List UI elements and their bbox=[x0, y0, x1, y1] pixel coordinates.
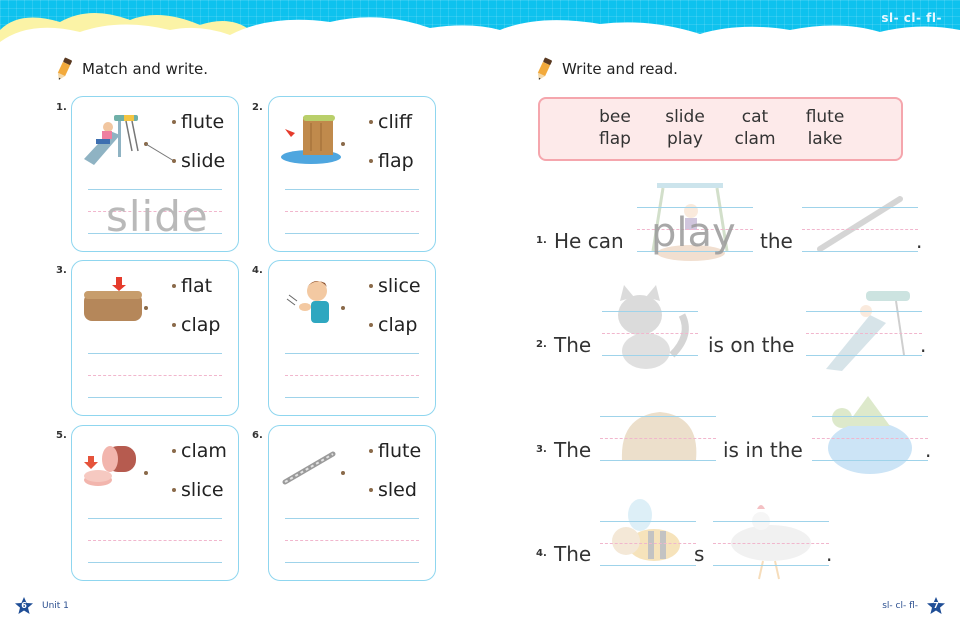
answer-blank[interactable]: play bbox=[637, 183, 753, 261]
writing-lines[interactable] bbox=[285, 353, 419, 399]
match-dot[interactable] bbox=[144, 471, 148, 475]
word-bank-item: cat bbox=[741, 107, 769, 127]
page-number: 7 bbox=[933, 601, 939, 610]
writing-lines[interactable]: slide bbox=[88, 189, 222, 241]
sentence-number: 4. bbox=[536, 548, 547, 559]
writing-lines[interactable] bbox=[285, 189, 419, 235]
sentence-text: is in the bbox=[723, 438, 803, 462]
page-number: 6 bbox=[21, 601, 27, 610]
answer-blank[interactable] bbox=[600, 412, 716, 462]
answer-blank[interactable] bbox=[802, 196, 918, 253]
match-card-2: cliff flap bbox=[268, 96, 436, 252]
trace-word: play bbox=[651, 210, 736, 256]
page-number-badge: 7 bbox=[926, 596, 946, 616]
lake-icon bbox=[828, 396, 912, 474]
slide-icon bbox=[826, 291, 910, 371]
match-card-1: flute slide slide bbox=[71, 96, 239, 252]
right-footer: sl- cl- fl- 7 bbox=[882, 596, 946, 616]
answer-blank[interactable] bbox=[600, 499, 696, 567]
match-dot[interactable] bbox=[341, 471, 345, 475]
word-bank-item: play bbox=[667, 129, 703, 149]
pencil-icon bbox=[537, 57, 552, 80]
match-dot[interactable] bbox=[341, 306, 345, 310]
option-word[interactable]: flute bbox=[172, 111, 224, 133]
left-instruction: Match and write. bbox=[54, 56, 208, 82]
unit-label: Unit 1 bbox=[42, 601, 69, 611]
footer-phonics-tag: sl- cl- fl- bbox=[882, 601, 918, 611]
option-word[interactable]: sled bbox=[369, 479, 417, 501]
exercise-number: 2. bbox=[252, 102, 263, 113]
flap-icon bbox=[731, 505, 811, 580]
word-bank-item: slide bbox=[665, 107, 705, 127]
sentence-number: 1. bbox=[536, 235, 547, 246]
word-bank-item: flap bbox=[599, 129, 631, 149]
sentence-text: He can bbox=[554, 229, 624, 253]
right-instruction-text: Write and read. bbox=[562, 60, 678, 78]
right-instruction: Write and read. bbox=[534, 56, 678, 82]
match-card-4: slice clap bbox=[268, 260, 436, 416]
word-bank-item: flute bbox=[805, 107, 845, 127]
option-word[interactable]: flute bbox=[369, 440, 421, 462]
left-footer: 6 Unit 1 bbox=[14, 596, 69, 616]
answer-blank[interactable] bbox=[806, 291, 922, 371]
trace-word: slide bbox=[106, 192, 209, 241]
writing-lines[interactable] bbox=[88, 353, 222, 399]
word-bank-item: bee bbox=[599, 107, 631, 127]
sentence-text: The bbox=[554, 333, 592, 357]
word-bank-item: lake bbox=[807, 129, 843, 149]
match-card-6: flute sled bbox=[268, 425, 436, 581]
clam-icon bbox=[621, 412, 697, 460]
answer-blank[interactable] bbox=[812, 396, 928, 474]
option-word[interactable]: cliff bbox=[369, 111, 412, 133]
page-number-badge: 6 bbox=[14, 596, 34, 616]
option-word[interactable]: slide bbox=[172, 150, 225, 172]
writing-lines[interactable] bbox=[88, 518, 222, 564]
match-card-5: clam slice bbox=[71, 425, 239, 581]
word-bank: bee slide cat flute flap play clam lake bbox=[538, 97, 903, 161]
match-card-3: flat clap bbox=[71, 260, 239, 416]
word-bank-item: clam bbox=[734, 129, 776, 149]
cliff-icon bbox=[281, 115, 341, 164]
slice-icon bbox=[84, 446, 136, 486]
option-word[interactable]: clap bbox=[369, 314, 417, 336]
answer-blank[interactable] bbox=[713, 505, 829, 580]
exercise-number: 6. bbox=[252, 430, 263, 441]
option-word[interactable]: slice bbox=[369, 275, 421, 297]
pencil-icon bbox=[57, 57, 72, 80]
flute-icon bbox=[282, 451, 336, 485]
exercise-number: 3. bbox=[56, 265, 67, 276]
exercise-number: 1. bbox=[56, 102, 67, 113]
match-dot[interactable] bbox=[341, 142, 345, 146]
sentence-text: the bbox=[760, 229, 793, 253]
sentence-number: 3. bbox=[536, 444, 547, 455]
writing-lines[interactable] bbox=[285, 518, 419, 564]
flute-icon bbox=[817, 196, 903, 252]
flat-icon bbox=[84, 277, 142, 321]
match-dot[interactable] bbox=[144, 306, 148, 310]
sentence-text: is on the bbox=[708, 333, 795, 357]
header-phonics-tag: sl- cl- fl- bbox=[881, 11, 942, 25]
sentence-text: The bbox=[554, 438, 592, 462]
bee-icon bbox=[612, 499, 680, 561]
answer-blank[interactable] bbox=[602, 285, 698, 369]
exercise-number: 4. bbox=[252, 265, 263, 276]
slide-icon bbox=[84, 115, 139, 165]
sentence-text: The bbox=[554, 542, 592, 566]
cat-icon bbox=[618, 285, 689, 369]
option-word[interactable]: flap bbox=[369, 150, 414, 172]
left-instruction-text: Match and write. bbox=[82, 60, 209, 78]
option-word[interactable]: flat bbox=[172, 275, 212, 297]
option-word[interactable]: slice bbox=[172, 479, 224, 501]
sentence-number: 2. bbox=[536, 339, 547, 350]
option-word[interactable]: clap bbox=[172, 314, 220, 336]
clap-icon bbox=[286, 281, 329, 323]
exercise-number: 5. bbox=[56, 430, 67, 441]
option-word[interactable]: clam bbox=[172, 440, 227, 462]
